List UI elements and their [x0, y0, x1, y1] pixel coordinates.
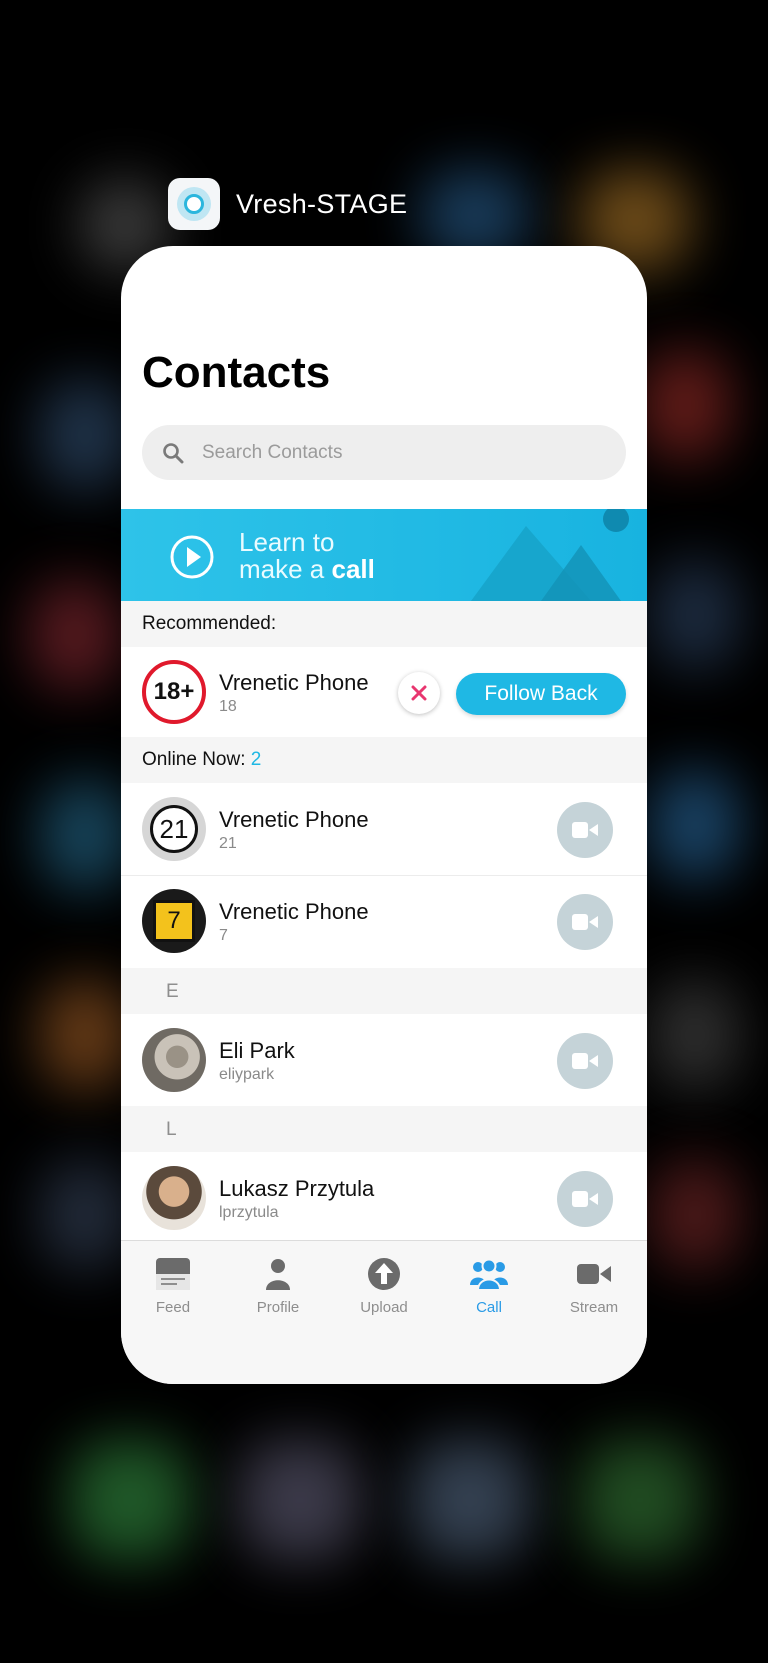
contact-sub: 18: [219, 698, 237, 715]
recommended-label: Recommended:: [142, 613, 277, 634]
person-icon: [266, 1259, 290, 1290]
tab-call[interactable]: Call: [444, 1257, 534, 1316]
online-now-count: 2: [250, 749, 262, 770]
learn-to-call-banner[interactable]: Learn to make a call: [121, 509, 647, 601]
recommended-header: Recommended:: [121, 601, 647, 647]
follow-back-label: Follow Back: [484, 682, 598, 705]
avatar[interactable]: 21: [142, 797, 206, 861]
video-call-button[interactable]: [557, 1033, 613, 1089]
app-icon[interactable]: [168, 178, 220, 230]
tab-label: Stream: [569, 1299, 619, 1316]
section-header-e: E: [121, 968, 647, 1014]
contact-name: Eli Park: [219, 1038, 295, 1063]
avatar-text: 18+: [153, 678, 195, 705]
contact-row[interactable]: 7 Vrenetic Phone 7: [121, 876, 647, 968]
play-icon: [170, 535, 214, 579]
tab-feed[interactable]: Feed: [128, 1257, 218, 1316]
section-letter: E: [166, 981, 179, 1002]
contact-name: Lukasz Przytula: [219, 1176, 375, 1201]
avatar[interactable]: [142, 1028, 206, 1092]
follow-back-button[interactable]: Follow Back: [456, 673, 626, 715]
video-camera-icon: [572, 1191, 598, 1207]
contact-row[interactable]: Lukasz Przytula lprzytula: [121, 1152, 647, 1240]
section-letter: L: [166, 1119, 177, 1140]
banner-line-2: make a call: [239, 554, 375, 584]
contact-row[interactable]: Eli Park eliypark: [121, 1014, 647, 1106]
tab-label: Upload: [360, 1299, 408, 1316]
online-now-header: Online Now: 2: [121, 737, 647, 783]
tab-upload[interactable]: Upload: [339, 1257, 429, 1316]
search-input[interactable]: Search Contacts: [142, 425, 626, 480]
app-switcher-header[interactable]: Vresh-STAGE: [168, 178, 407, 230]
online-now-label: Online Now:: [142, 749, 246, 770]
video-call-button[interactable]: [557, 894, 613, 950]
recommended-row[interactable]: 18+ Vrenetic Phone 18 Follow Back: [121, 647, 647, 737]
video-icon: [577, 1264, 611, 1284]
avatar[interactable]: 7: [142, 889, 206, 953]
app-name: Vresh-STAGE: [236, 188, 408, 219]
video-camera-icon: [572, 822, 598, 838]
banner-text: Learn to make a call: [239, 529, 375, 583]
search-placeholder: Search Contacts: [202, 441, 343, 463]
video-call-button[interactable]: [557, 802, 613, 858]
tab-label: Feed: [155, 1299, 191, 1316]
tab-profile[interactable]: Profile: [233, 1257, 323, 1316]
page-title: Contacts: [142, 348, 331, 397]
video-camera-icon: [572, 914, 598, 930]
video-call-button[interactable]: [557, 1171, 613, 1227]
feed-icon: [156, 1258, 190, 1290]
contact-sub: lprzytula: [219, 1204, 279, 1221]
online-now-label-wrap: Online Now: 2: [142, 749, 261, 771]
close-icon: [411, 685, 427, 701]
search-icon: [163, 442, 184, 463]
contact-name: Vrenetic Phone: [219, 899, 369, 924]
tab-label: Profile: [256, 1299, 300, 1316]
contact-row[interactable]: 21 Vrenetic Phone 21: [121, 783, 647, 875]
upload-icon: [368, 1258, 400, 1290]
group-icon: [470, 1258, 508, 1291]
tab-label: Call: [476, 1299, 502, 1316]
contact-sub: 21: [219, 835, 237, 852]
avatar[interactable]: 18+: [142, 660, 206, 724]
dismiss-button[interactable]: [398, 672, 440, 714]
section-header-l: L: [121, 1106, 647, 1152]
banner-line-1: Learn to: [239, 527, 335, 557]
contact-sub: eliypark: [219, 1066, 275, 1083]
tab-bar: Feed Profile Upload Call Stream: [121, 1240, 647, 1384]
avatar[interactable]: [142, 1166, 206, 1230]
avatar-text: 7: [167, 907, 181, 934]
mountains-decoration: [471, 509, 629, 601]
tab-stream[interactable]: Stream: [549, 1257, 639, 1316]
video-camera-icon: [572, 1053, 598, 1069]
contact-name: Vrenetic Phone: [219, 670, 369, 695]
contact-name: Vrenetic Phone: [219, 807, 369, 832]
avatar-text: 21: [159, 813, 189, 844]
app-card[interactable]: Contacts Search Contacts Learn to make a…: [121, 246, 647, 1384]
contact-sub: 7: [219, 927, 228, 944]
